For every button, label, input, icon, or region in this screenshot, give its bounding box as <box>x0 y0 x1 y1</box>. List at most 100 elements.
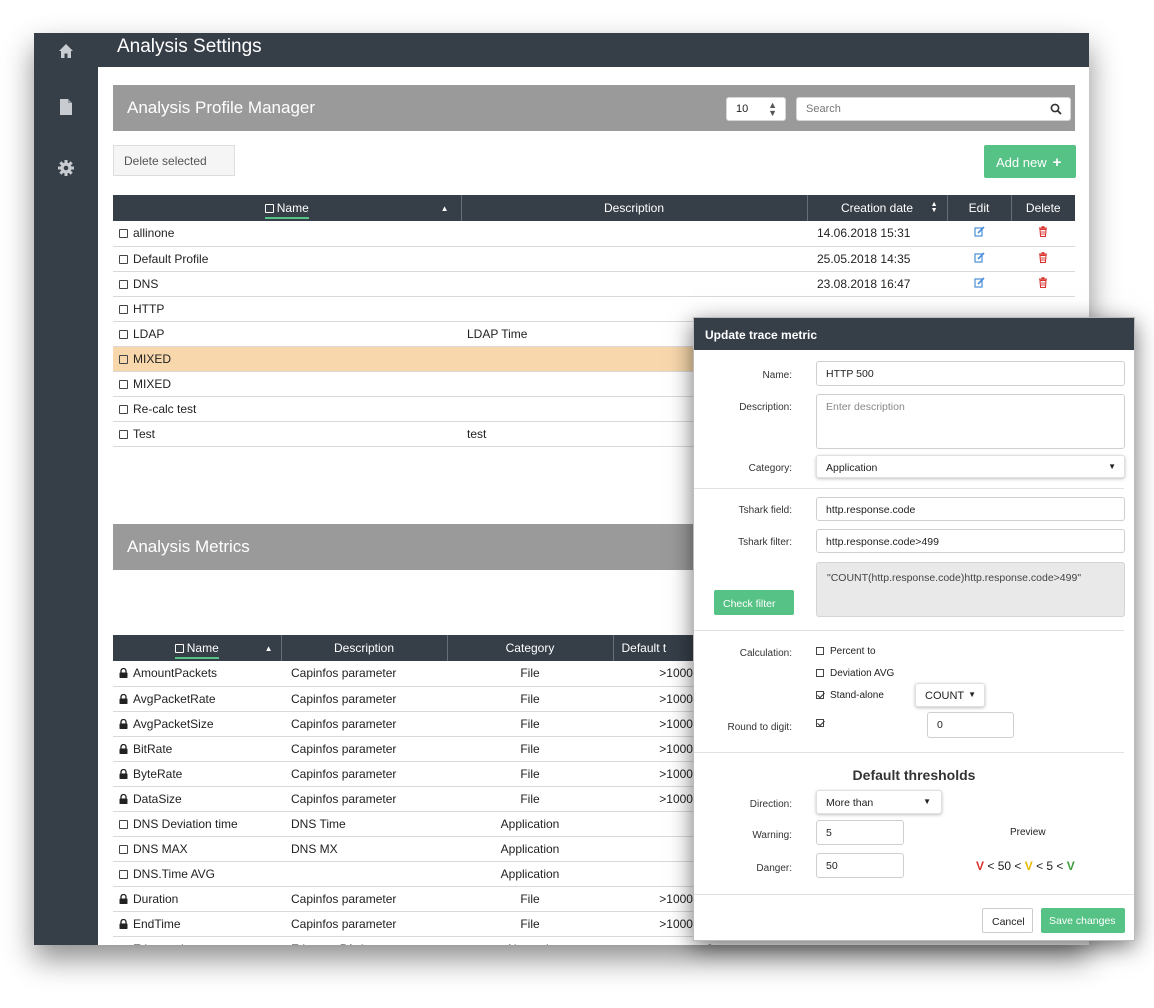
aggregation-select[interactable]: COUNT ▼ <box>915 683 985 707</box>
round-label: Round to digit: <box>727 722 793 733</box>
row-checkbox[interactable] <box>119 279 128 289</box>
row-checkbox[interactable] <box>119 944 128 945</box>
row-checkbox[interactable] <box>119 329 128 339</box>
search-icon[interactable] <box>1050 103 1062 115</box>
trash-icon[interactable] <box>1038 276 1048 288</box>
edit-icon[interactable] <box>973 226 985 237</box>
table-row[interactable]: allinone 14.06.2018 15:31 <box>113 221 1075 247</box>
row-checkbox[interactable] <box>119 229 128 239</box>
warning-input[interactable]: 5 <box>816 820 904 845</box>
delete-selected-button[interactable]: Delete selected <box>113 145 235 176</box>
metrics-col-name[interactable]: Name ▲ <box>113 635 281 661</box>
description-input[interactable]: Enter description <box>816 394 1125 449</box>
metrics-col-description[interactable]: Description <box>280 635 447 661</box>
select-all-checkbox[interactable] <box>264 204 274 213</box>
edit-icon[interactable] <box>973 276 985 288</box>
metric-name[interactable]: DNS Deviation time <box>113 811 281 837</box>
table-row[interactable]: EndTime Capinfos parameter File >1000000 <box>113 911 713 937</box>
row-name[interactable]: DNS <box>113 271 461 297</box>
table-row[interactable]: AvgPacketRate Capinfos parameter File >1000… <box>113 686 713 712</box>
metrics-select-all-checkbox[interactable] <box>174 644 184 653</box>
row-checkbox[interactable] <box>119 379 128 389</box>
row-checkbox[interactable] <box>119 844 128 854</box>
round-option[interactable] <box>816 718 830 729</box>
metric-name[interactable]: AvgPacketRate <box>113 686 281 712</box>
row-checkbox[interactable] <box>119 254 128 264</box>
col-creation-date[interactable]: Creation date ▲ ▼ <box>806 195 947 221</box>
deviation-avg-checkbox[interactable] <box>816 669 824 677</box>
tshark-filter-input[interactable]: http.response.code>499 <box>816 529 1125 553</box>
row-name[interactable]: HTTP <box>113 296 461 322</box>
percent-to-option[interactable]: Percent to <box>816 646 876 657</box>
metric-name[interactable]: DNS MAX <box>113 836 281 862</box>
table-row[interactable]: DNS.Time AVGApplication<2 <box>113 861 713 887</box>
metric-name[interactable]: BitRate <box>113 736 281 762</box>
row-checkbox[interactable] <box>119 354 128 364</box>
row-edit[interactable] <box>947 221 1011 247</box>
table-row[interactable]: EtherpacketEthernet PAcketNetwork>0 <box>113 936 713 945</box>
table-row[interactable]: DNS Deviation timeDNS TimeApplication<5 <box>113 811 713 837</box>
metric-name[interactable]: DNS.Time AVG <box>113 861 281 887</box>
row-name[interactable]: LDAP <box>113 321 461 347</box>
check-filter-button[interactable]: Check filter <box>714 590 794 615</box>
row-name[interactable]: Default Profile <box>113 246 461 272</box>
table-row[interactable]: DNS MAXDNS MXApplication<2 <box>113 836 713 862</box>
table-row[interactable]: Duration Capinfos parameter File >1000000 <box>113 886 713 912</box>
table-row[interactable]: AmountPackets Capinfos parameter File >1000… <box>113 661 713 687</box>
round-checkbox[interactable] <box>816 719 824 727</box>
percent-to-checkbox[interactable] <box>816 647 824 655</box>
row-name[interactable]: Test <box>113 421 461 447</box>
col-name[interactable]: Name ▲ <box>113 195 461 221</box>
metric-name[interactable]: DataSize <box>113 786 281 812</box>
row-checkbox[interactable] <box>119 869 128 879</box>
table-row[interactable]: AvgPacketSize Capinfos parameter File >1000… <box>113 711 713 737</box>
add-new-button[interactable]: Add new + <box>984 145 1076 178</box>
stand-alone-option[interactable]: Stand-alone <box>816 690 884 701</box>
lock-icon <box>119 893 128 904</box>
row-name[interactable]: Re-calc test <box>113 396 461 422</box>
row-checkbox[interactable] <box>119 404 128 414</box>
row-checkbox[interactable] <box>119 429 128 439</box>
metric-name[interactable]: AvgPacketSize <box>113 711 281 737</box>
tshark-field-input[interactable]: http.response.code <box>816 497 1125 521</box>
table-row[interactable]: DNS 23.08.2018 16:47 <box>113 271 1075 297</box>
table-row[interactable]: BitRate Capinfos parameter File >1000000 <box>113 736 713 762</box>
row-edit[interactable] <box>947 246 1011 272</box>
category-select[interactable]: Application ▼ <box>816 455 1125 478</box>
direction-select[interactable]: More than ▼ <box>816 790 942 814</box>
danger-input[interactable]: 50 <box>816 853 904 878</box>
row-delete[interactable] <box>1011 271 1075 297</box>
metrics-col-category[interactable]: Category <box>446 635 613 661</box>
gear-icon[interactable] <box>56 158 76 178</box>
row-name[interactable]: MIXED <box>113 346 461 372</box>
per-page-select[interactable]: 10 ▲ ▼ <box>726 97 786 121</box>
metric-name[interactable]: ByteRate <box>113 761 281 787</box>
trash-icon[interactable] <box>1038 226 1048 238</box>
col-description[interactable]: Description <box>460 195 807 221</box>
row-delete[interactable] <box>1011 246 1075 272</box>
table-row[interactable]: DataSize Capinfos parameter File >1000000 <box>113 786 713 812</box>
search-input[interactable]: Search <box>796 97 1071 121</box>
round-digit-input[interactable]: 0 <box>927 712 1014 738</box>
trash-icon[interactable] <box>1038 251 1048 263</box>
metric-name[interactable]: Etherpacket <box>113 936 281 945</box>
row-delete[interactable] <box>1011 221 1075 247</box>
file-icon[interactable] <box>56 97 76 117</box>
row-checkbox[interactable] <box>119 304 128 314</box>
home-icon[interactable] <box>56 41 76 61</box>
cancel-button[interactable]: Cancel <box>982 908 1033 933</box>
name-input[interactable]: HTTP 500 <box>816 361 1125 386</box>
row-checkbox[interactable] <box>119 819 128 829</box>
deviation-avg-option[interactable]: Deviation AVG <box>816 668 894 679</box>
table-row[interactable]: ByteRate Capinfos parameter File >1000000 <box>113 761 713 787</box>
save-changes-button[interactable]: Save changes <box>1041 908 1125 933</box>
row-edit[interactable] <box>947 271 1011 297</box>
metric-name[interactable]: EndTime <box>113 911 281 937</box>
metric-name[interactable]: Duration <box>113 886 281 912</box>
edit-icon[interactable] <box>973 251 985 263</box>
row-name[interactable]: allinone <box>113 221 461 247</box>
metric-name[interactable]: AmountPackets <box>113 661 281 687</box>
row-name[interactable]: MIXED <box>113 371 461 397</box>
table-row[interactable]: Default Profile 25.05.2018 14:35 <box>113 246 1075 272</box>
stand-alone-checkbox[interactable] <box>816 691 824 699</box>
